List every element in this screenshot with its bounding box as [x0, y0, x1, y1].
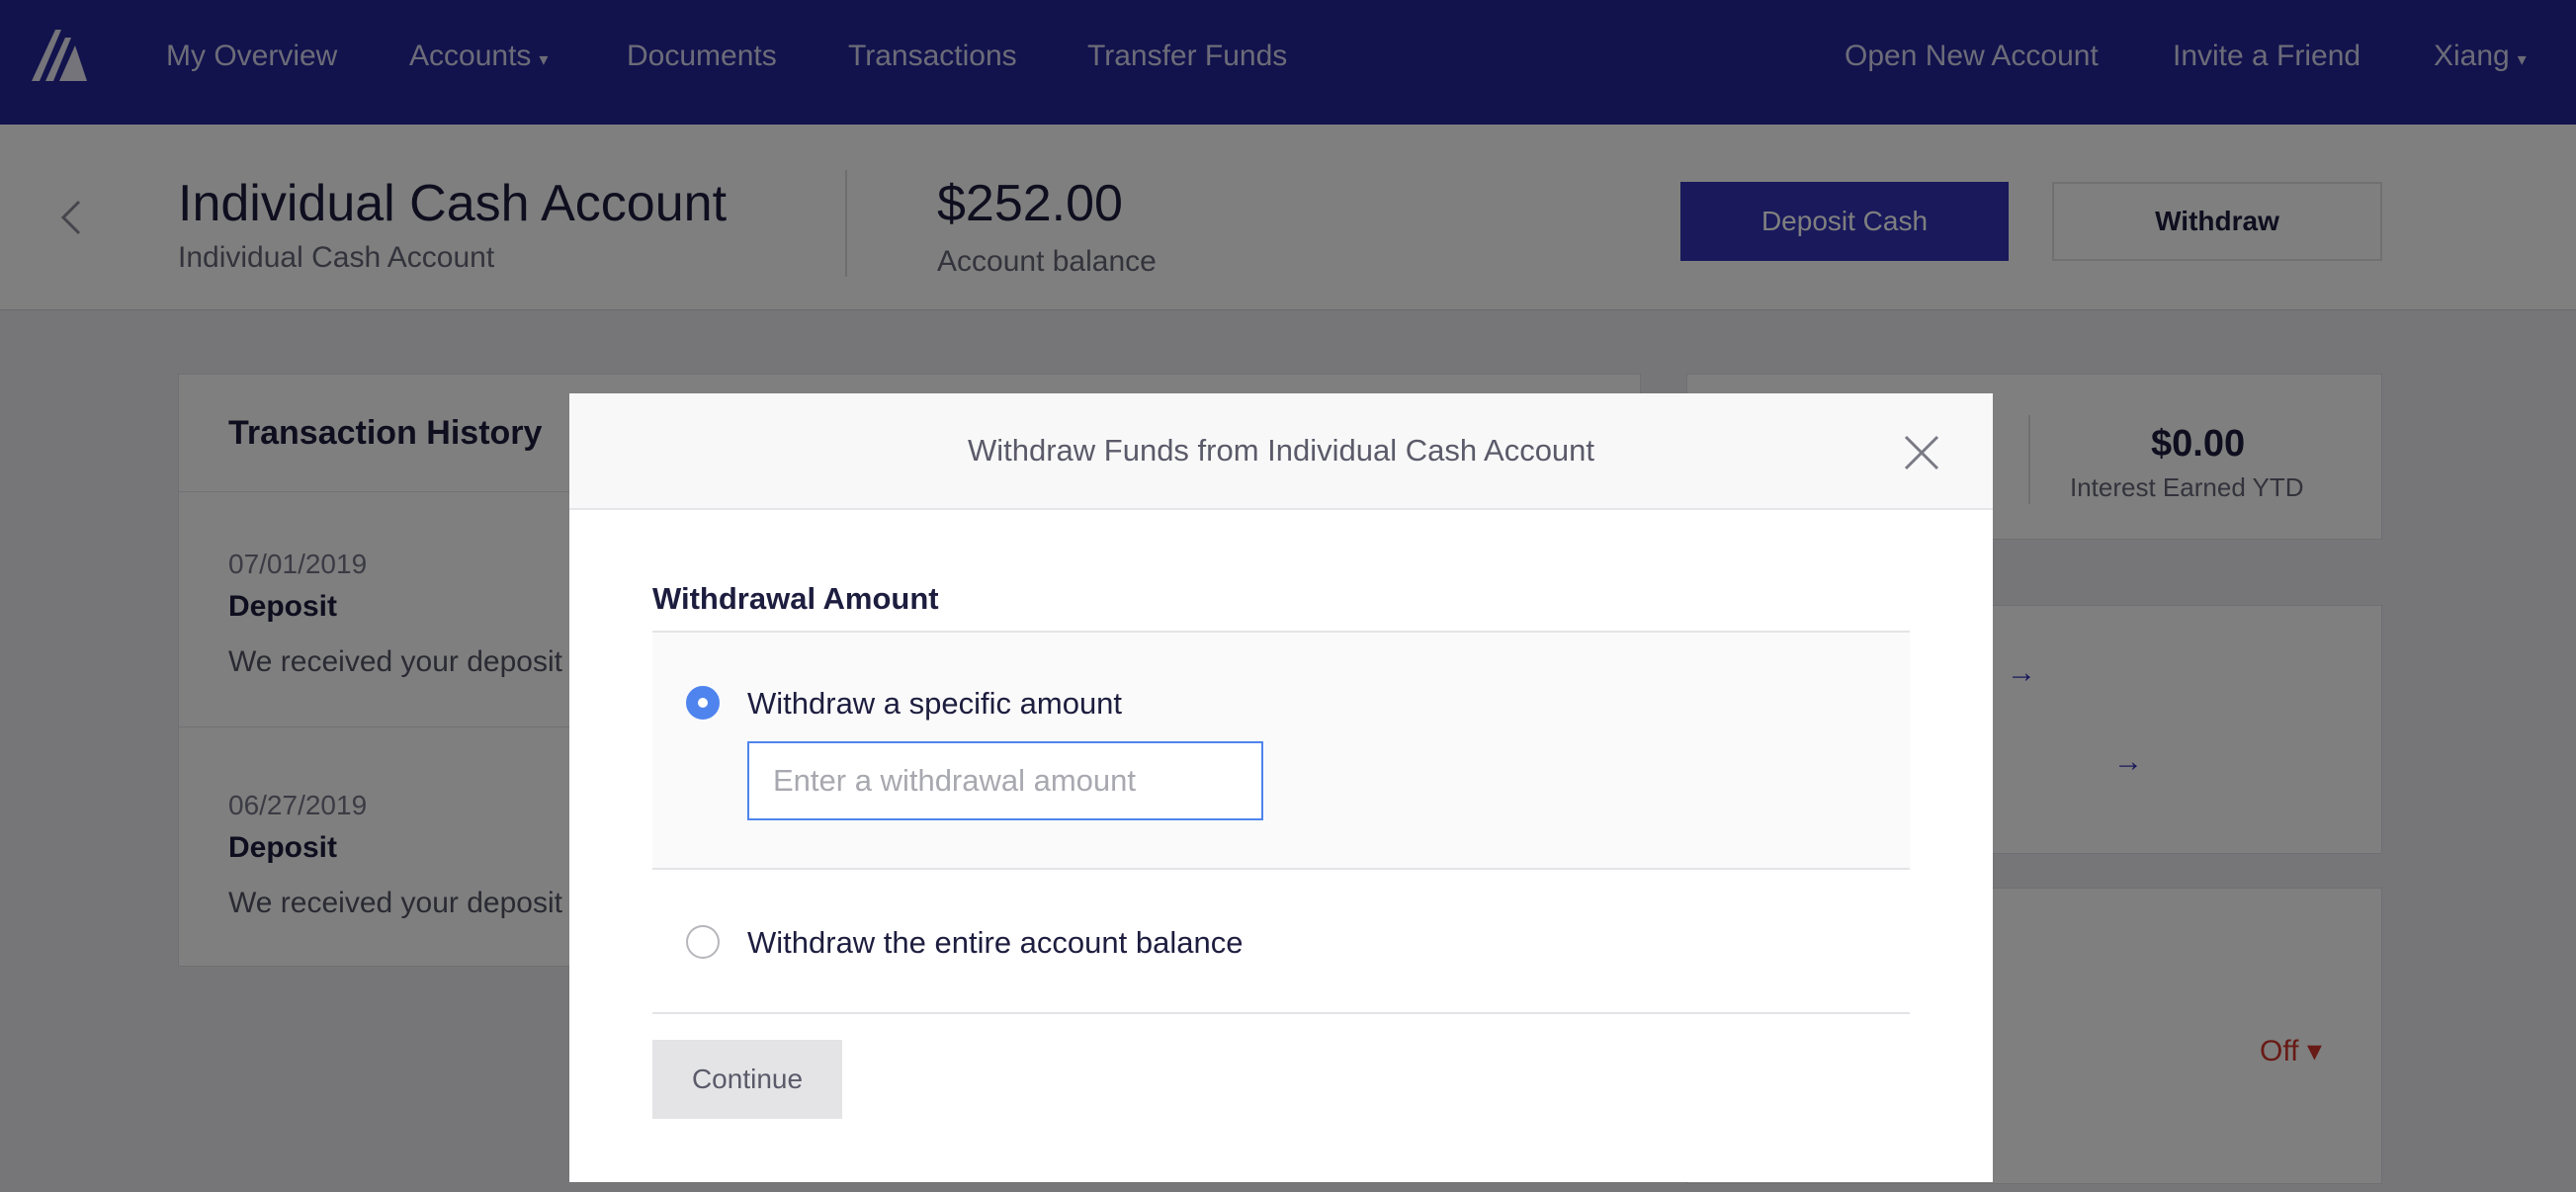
withdrawal-amount-heading: Withdrawal Amount: [652, 581, 939, 616]
radio-specific-amount[interactable]: [686, 686, 720, 720]
withdrawal-amount-input[interactable]: [747, 741, 1263, 820]
option-specific-label[interactable]: Withdraw a specific amount: [747, 686, 1122, 722]
option-entire-balance[interactable]: Withdraw the entire account balance: [652, 870, 1910, 1014]
option-entire-label[interactable]: Withdraw the entire account balance: [747, 925, 1243, 961]
close-icon[interactable]: [1900, 431, 1943, 474]
modal-header: Withdraw Funds from Individual Cash Acco…: [569, 393, 1993, 510]
continue-button[interactable]: Continue: [652, 1040, 842, 1119]
modal-title: Withdraw Funds from Individual Cash Acco…: [967, 433, 1595, 468]
radio-entire-balance[interactable]: [686, 925, 720, 959]
withdraw-modal: Withdraw Funds from Individual Cash Acco…: [569, 393, 1993, 1182]
option-specific-amount[interactable]: Withdraw a specific amount: [652, 631, 1910, 870]
